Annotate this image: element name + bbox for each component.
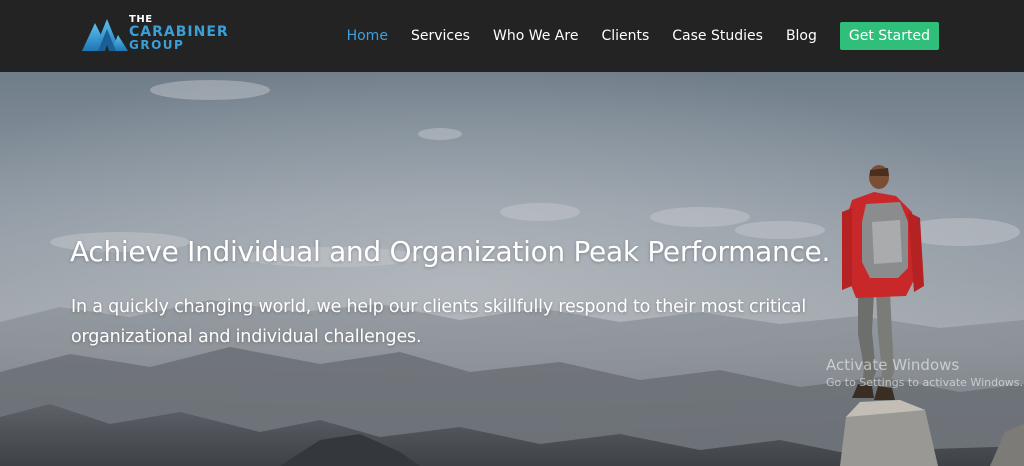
- site-header: THE CARABINER GROUP Home Services Who We…: [0, 0, 1024, 72]
- activate-windows-watermark: Activate Windows Go to Settings to activ…: [826, 356, 1023, 389]
- nav-who-we-are[interactable]: Who We Are: [493, 28, 578, 44]
- hero-background-image: [0, 72, 1024, 466]
- main-nav: Home Services Who We Are Clients Case St…: [347, 0, 1024, 72]
- nav-clients[interactable]: Clients: [601, 28, 649, 44]
- hero-subtitle-line-1: In a quickly changing world, we help our…: [71, 297, 806, 317]
- nav-blog[interactable]: Blog: [786, 28, 817, 44]
- get-started-button[interactable]: Get Started: [839, 22, 939, 50]
- logo[interactable]: THE CARABINER GROUP: [82, 13, 242, 57]
- page: THE CARABINER GROUP Home Services Who We…: [0, 0, 1024, 466]
- mountain-peaks-icon: [82, 19, 128, 51]
- hero-subtitle-line-2: organizational and individual challenges…: [71, 327, 422, 347]
- hero-section: Achieve Individual and Organization Peak…: [0, 72, 1024, 466]
- hero-title: Achieve Individual and Organization Peak…: [70, 235, 831, 268]
- nav-home[interactable]: Home: [347, 28, 388, 44]
- logo-wordmark: THE CARABINER GROUP: [129, 13, 229, 52]
- hero-subtitle: In a quickly changing world, we help our…: [71, 292, 861, 352]
- watermark-subtitle: Go to Settings to activate Windows.: [826, 376, 1024, 389]
- watermark-title: Activate Windows: [826, 356, 960, 374]
- nav-services[interactable]: Services: [411, 28, 470, 44]
- nav-case-studies[interactable]: Case Studies: [672, 28, 763, 44]
- logo-line-group: GROUP: [129, 38, 185, 52]
